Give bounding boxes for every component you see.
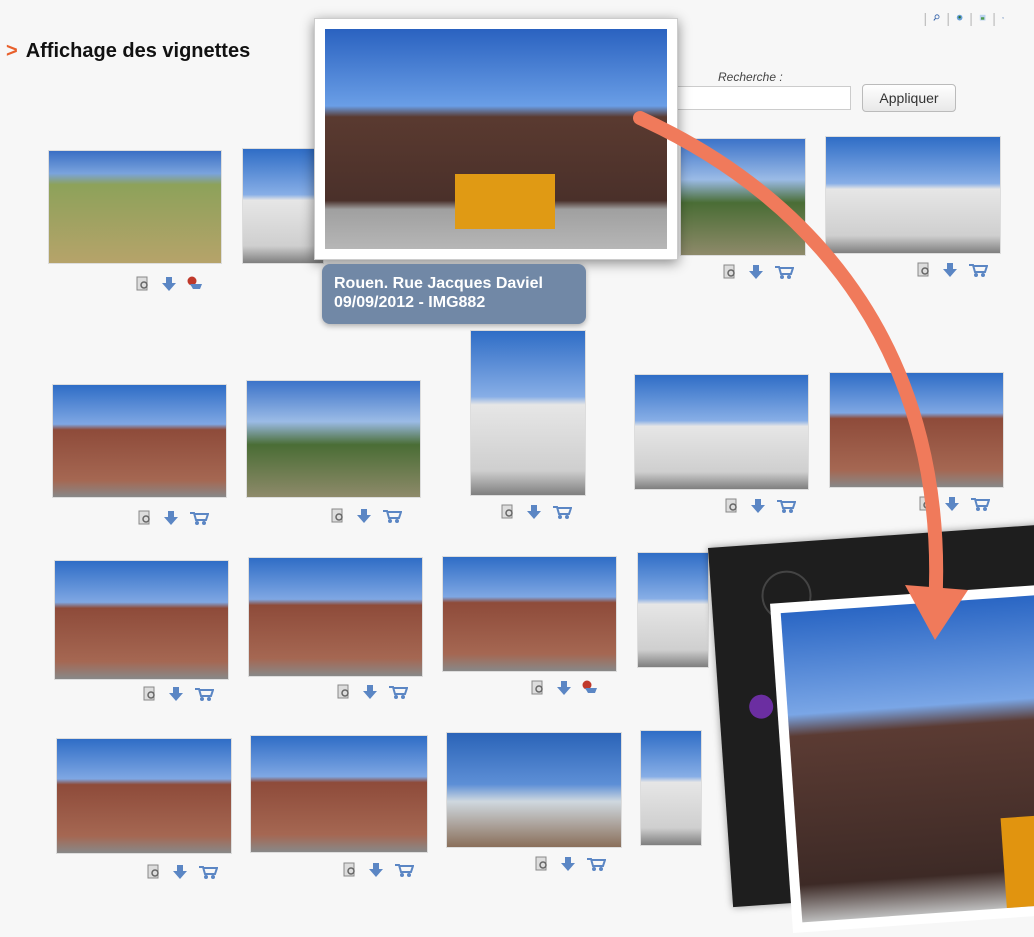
thumbnail-actions [336,684,408,700]
thumbnail[interactable] [248,557,423,677]
thumbnail-actions [330,508,402,524]
cart-icon[interactable] [189,510,209,526]
cart-icon[interactable] [382,508,402,524]
cart-icon[interactable] [552,504,572,520]
download-icon[interactable] [356,508,372,524]
cart-icon[interactable] [388,684,408,700]
thumbnail[interactable] [470,330,586,496]
preview-caption: Rouen. Rue Jacques Daviel 09/09/2012 - I… [322,264,586,324]
download-icon[interactable] [368,862,384,878]
download-icon[interactable] [556,680,572,696]
download-icon[interactable] [944,496,960,512]
download-icon[interactable] [163,510,179,526]
cart-icon[interactable] [586,856,606,872]
cart-icon[interactable] [774,264,794,280]
download-icon[interactable] [560,856,576,872]
thumbnail[interactable] [56,738,232,854]
thumbnail[interactable] [825,136,1001,254]
cart-remove-icon[interactable] [582,680,602,696]
cart-remove-icon[interactable] [187,276,207,292]
caption-meta: 09/09/2012 - IMG882 [334,293,574,312]
thumbnail-actions [916,262,988,278]
download-icon[interactable] [526,504,542,520]
zoom-icon[interactable] [342,862,358,878]
map-icon[interactable] [956,14,963,21]
thumbnail-actions [722,264,794,280]
cart-icon[interactable] [776,498,796,514]
thumbnail[interactable] [250,735,428,853]
zoom-icon[interactable] [142,686,158,702]
search-label: Recherche : [718,70,783,84]
download-icon[interactable] [172,864,188,880]
cart-icon[interactable] [1002,17,1004,19]
thumbnail-actions [724,498,796,514]
zoom-icon[interactable] [530,680,546,696]
caption-title: Rouen. Rue Jacques Daviel [334,274,574,293]
thumbnail-actions [534,856,606,872]
download-icon[interactable] [748,264,764,280]
preview-photo [325,29,667,249]
thumbnail[interactable] [246,380,421,498]
thumbnail[interactable] [446,732,622,848]
thumbnail-actions [500,504,572,520]
zoom-icon[interactable] [722,264,738,280]
thumbnail[interactable] [829,372,1004,488]
thumbnail-actions [342,862,414,878]
zoom-icon[interactable] [724,498,740,514]
image-icon[interactable] [979,14,986,21]
title-marker: > [6,40,18,62]
thumbnail[interactable] [52,384,227,498]
thumbnail-actions [137,510,209,526]
thumbnail-actions [135,276,207,292]
thumbnail-actions [146,864,218,880]
zoom-icon[interactable] [336,684,352,700]
thumbnail[interactable] [54,560,229,680]
cart-icon[interactable] [198,864,218,880]
enlarged-photo [770,583,1034,933]
top-toolbar: | | | | [923,10,1004,26]
zoom-icon[interactable] [135,276,151,292]
preview-popup [314,18,678,260]
enlarged-viewer [708,524,1034,907]
zoom-icon[interactable] [918,496,934,512]
thumbnail[interactable] [442,556,617,672]
download-icon[interactable] [161,276,177,292]
thumbnail[interactable] [242,148,324,264]
cart-icon[interactable] [970,496,990,512]
zoom-icon[interactable] [330,508,346,524]
thumbnail-actions [530,680,602,696]
thumbnail[interactable] [634,374,809,490]
thumbnail[interactable] [637,552,709,668]
thumbnail-actions [142,686,214,702]
apply-button[interactable]: Appliquer [862,84,956,112]
download-icon[interactable] [942,262,958,278]
zoom-icon[interactable] [137,510,153,526]
zoom-icon[interactable] [916,262,932,278]
cart-icon[interactable] [394,862,414,878]
thumbnail[interactable] [48,150,222,264]
download-icon[interactable] [750,498,766,514]
thumbnail[interactable] [640,730,702,846]
download-icon[interactable] [168,686,184,702]
thumbnail[interactable] [680,138,806,256]
cart-icon[interactable] [194,686,214,702]
zoom-icon[interactable] [500,504,516,520]
title-text: Affichage des vignettes [26,40,251,62]
search-icon[interactable] [933,14,940,21]
zoom-icon[interactable] [146,864,162,880]
viewer-nav-icon[interactable] [748,694,774,720]
page-title: > Affichage des vignettes [6,40,250,63]
zoom-icon[interactable] [534,856,550,872]
download-icon[interactable] [362,684,378,700]
thumbnail-actions [918,496,990,512]
search-input[interactable] [650,86,851,110]
cart-icon[interactable] [968,262,988,278]
